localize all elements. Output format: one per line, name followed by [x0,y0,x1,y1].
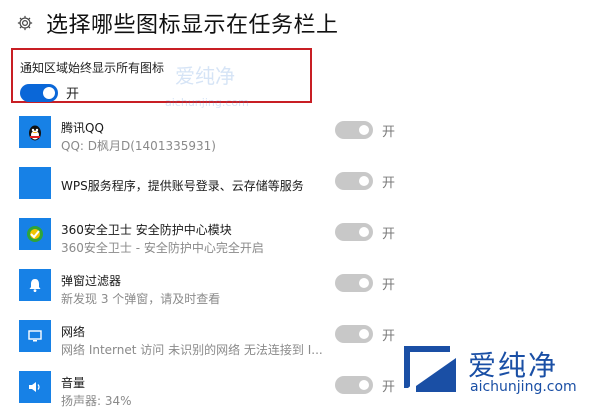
bell-icon [19,269,51,301]
app-toggle-state: 开 [382,176,396,191]
app-name: WPS服务程序，提供账号登录、云存储等服务 [61,179,304,193]
app-toggle-state: 开 [382,125,396,140]
list-item: 腾讯QQ QQ: D枫月D(1401335931) 开 [19,112,439,163]
always-show-toggle[interactable] [20,83,58,102]
app-name: 360安全卫士 安全防护中心模块 [61,223,232,237]
list-item: 弹窗过滤器 新发现 3 个弹窗，请及时查看 开 [19,265,439,316]
app-status: 扬声器: 34% [61,394,132,408]
always-show-toggle-row: 开 [20,83,79,102]
toggle-knob [359,329,369,339]
app-status: 新发现 3 个弹窗，请及时查看 [61,292,221,306]
toggle-knob [359,176,369,186]
toggle-knob [359,125,369,135]
always-show-state: 开 [66,87,80,102]
app-status: 网络 Internet 访问 未识别的网络 无法连接到 I... [61,343,323,357]
list-item: 网络 网络 Internet 访问 未识别的网络 无法连接到 I... 开 [19,316,439,367]
always-show-section: 通知区域始终显示所有图标 开 [11,48,312,103]
app-name: 弹窗过滤器 [61,274,122,288]
app-toggle[interactable] [335,172,373,190]
toggle-knob [359,380,369,390]
list-item: 360安全卫士 安全防护中心模块 360安全卫士 - 安全防护中心完全开启 开 [19,214,439,265]
app-icon-list: 腾讯QQ QQ: D枫月D(1401335931) 开 WPS服务程序，提供账号… [19,112,439,418]
app-toggle-state: 开 [382,227,396,242]
watermark-brand-text: 爱纯净 [468,349,559,382]
app-toggle[interactable] [335,121,373,139]
watermark-brand-url: aichunjing.com [470,379,577,395]
toggle-knob [359,278,369,288]
list-item: 音量 扬声器: 34% 开 [19,367,439,418]
app-name: 腾讯QQ [61,121,104,135]
app-toggle-state: 开 [382,380,396,395]
app-toggle-state: 开 [382,329,396,344]
app-toggle-state: 开 [382,278,396,293]
speaker-icon [19,371,51,403]
list-item: WPS服务程序，提供账号登录、云存储等服务 开 [19,163,439,214]
toggle-knob [359,227,369,237]
app-toggle[interactable] [335,325,373,343]
app-status: 360安全卫士 - 安全防护中心完全开启 [61,241,264,255]
app-name: 网络 [61,325,86,339]
wps-blank-icon [19,167,51,199]
monitor-icon [19,320,51,352]
app-toggle[interactable] [335,223,373,241]
360-shield-icon [19,218,51,250]
page-title: 选择哪些图标显示在任务栏上 [46,13,339,38]
toggle-knob [43,86,55,99]
page-header: 选择哪些图标显示在任务栏上 [14,6,339,40]
app-status: QQ: D枫月D(1401335931) [61,139,216,153]
app-toggle[interactable] [335,376,373,394]
app-toggle[interactable] [335,274,373,292]
gear-icon [14,12,36,34]
app-name: 音量 [61,376,86,390]
qq-penguin-icon [19,116,51,148]
always-show-label: 通知区域始终显示所有图标 [20,61,165,75]
